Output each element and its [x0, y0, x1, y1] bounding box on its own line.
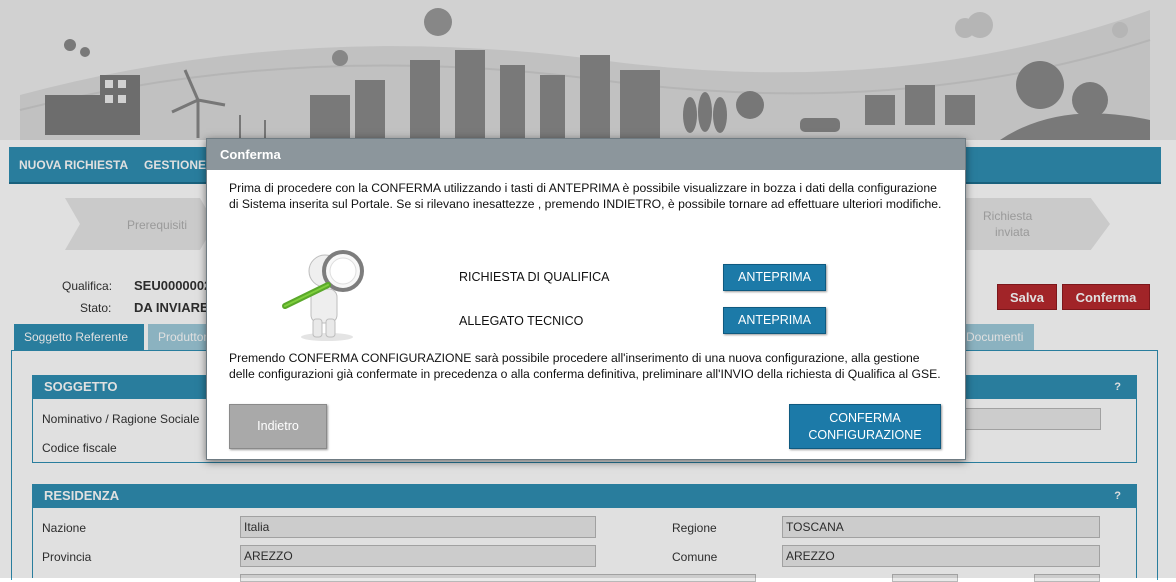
conferma-configurazione-line1: CONFERMA	[829, 411, 901, 425]
dialog-note-text: Premendo CONFERMA CONFIGURAZIONE sarà po…	[229, 351, 941, 381]
anteprima-allegato-button[interactable]: ANTEPRIMA	[723, 307, 826, 334]
dialog-title: Conferma	[207, 139, 965, 170]
anteprima-richiesta-button[interactable]: ANTEPRIMA	[723, 264, 826, 291]
conferma-configurazione-line2: CONFIGURAZIONE	[808, 428, 922, 442]
conferma-dialog: Conferma Prima di procedere con la CONFE…	[206, 138, 966, 460]
richiesta-qualifica-label: RICHIESTA DI QUALIFICA	[459, 270, 610, 284]
dialog-intro-text: Prima di procedere con la CONFERMA utili…	[229, 181, 942, 211]
indietro-button[interactable]: Indietro	[229, 404, 327, 449]
allegato-tecnico-label: ALLEGATO TECNICO	[459, 314, 584, 328]
conferma-configurazione-button[interactable]: CONFERMA CONFIGURAZIONE	[789, 404, 941, 449]
magnifier-figure-icon	[282, 250, 364, 341]
